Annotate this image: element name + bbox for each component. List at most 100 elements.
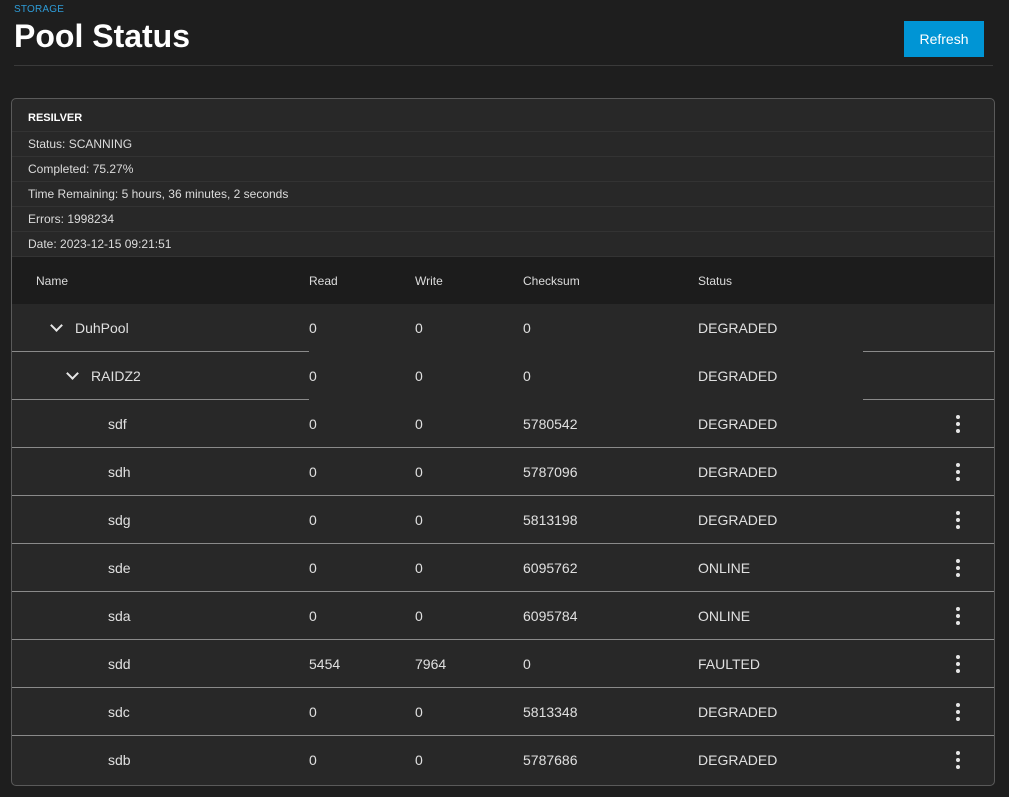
resilver-completed: Completed: 75.27% <box>12 157 994 182</box>
menu-dot <box>956 477 960 481</box>
row-name: sdh <box>108 448 131 496</box>
row-name: sdb <box>108 736 131 784</box>
table-row[interactable]: sdd 5454 7964 0 FAULTED <box>12 640 994 688</box>
table-header: Name Read Write Checksum Status <box>12 257 994 304</box>
header-divider <box>14 65 993 66</box>
menu-dot <box>956 525 960 529</box>
row-read: 0 <box>309 416 317 432</box>
row-name-text: sdh <box>108 464 131 480</box>
row-write: 0 <box>415 560 423 576</box>
menu-dot <box>956 429 960 433</box>
more-vert-icon[interactable] <box>948 556 968 580</box>
menu-dot <box>956 573 960 577</box>
menu-dot <box>956 470 960 474</box>
row-name-text: sdd <box>108 656 131 672</box>
menu-dot <box>956 511 960 515</box>
menu-dot <box>956 710 960 714</box>
row-name: sdc <box>108 688 130 736</box>
menu-dot <box>956 703 960 707</box>
row-status: DEGRADED <box>698 320 778 336</box>
row-checksum: 5813198 <box>523 512 578 528</box>
row-name: sdd <box>108 640 131 688</box>
menu-dot <box>956 463 960 467</box>
row-checksum: 0 <box>523 320 531 336</box>
row-write: 0 <box>415 416 423 432</box>
row-checksum: 0 <box>523 656 531 672</box>
table-row[interactable]: sdh 0 0 5787096 DEGRADED <box>12 448 994 496</box>
row-read: 0 <box>309 464 317 480</box>
row-status: DEGRADED <box>698 704 778 720</box>
breadcrumb: STORAGE <box>14 4 65 15</box>
row-name-text: sdb <box>108 752 131 768</box>
row-status: DEGRADED <box>698 368 778 384</box>
row-status: ONLINE <box>698 560 751 576</box>
row-checksum: 5787096 <box>523 464 578 480</box>
row-name: DuhPool <box>50 304 129 352</box>
row-write: 0 <box>415 752 423 768</box>
refresh-button[interactable]: Refresh <box>904 21 984 57</box>
column-header-write: Write <box>415 273 443 288</box>
row-read: 0 <box>309 368 317 384</box>
row-name: sdg <box>108 496 131 544</box>
more-vert-icon[interactable] <box>948 700 968 724</box>
row-checksum: 6095762 <box>523 560 578 576</box>
more-vert-icon[interactable] <box>948 508 968 532</box>
more-vert-icon[interactable] <box>948 460 968 484</box>
row-status: DEGRADED <box>698 752 778 768</box>
row-status: DEGRADED <box>698 512 778 528</box>
row-write: 0 <box>415 704 423 720</box>
resilver-date: Date: 2023-12-15 09:21:51 <box>12 232 994 257</box>
table-row[interactable]: sdc 0 0 5813348 DEGRADED <box>12 688 994 736</box>
row-read: 0 <box>309 320 317 336</box>
menu-dot <box>956 765 960 769</box>
menu-dot <box>956 566 960 570</box>
row-name-text: DuhPool <box>75 320 129 336</box>
more-vert-icon[interactable] <box>948 412 968 436</box>
resilver-errors: Errors: 1998234 <box>12 207 994 232</box>
more-vert-icon[interactable] <box>948 652 968 676</box>
table-row[interactable]: RAIDZ2 0 0 0 DEGRADED <box>12 352 994 400</box>
row-write: 7964 <box>415 656 447 672</box>
row-name-text: sdc <box>108 704 130 720</box>
menu-dot <box>956 655 960 659</box>
resilver-time-remaining: Time Remaining: 5 hours, 36 minutes, 2 s… <box>12 182 994 207</box>
column-header-read: Read <box>309 273 338 288</box>
row-read: 5454 <box>309 656 341 672</box>
table-row[interactable]: sdb 0 0 5787686 DEGRADED <box>12 736 994 784</box>
row-name: sde <box>108 544 131 592</box>
menu-dot <box>956 607 960 611</box>
more-vert-icon[interactable] <box>948 748 968 772</box>
menu-dot <box>956 559 960 563</box>
row-status: DEGRADED <box>698 416 778 432</box>
table-row[interactable]: sdg 0 0 5813198 DEGRADED <box>12 496 994 544</box>
row-write: 0 <box>415 320 423 336</box>
menu-dot <box>956 614 960 618</box>
table-row[interactable]: sdf 0 0 5780542 DEGRADED <box>12 400 994 448</box>
table-row[interactable]: sde 0 0 6095762 ONLINE <box>12 544 994 592</box>
row-read: 0 <box>309 512 317 528</box>
menu-dot <box>956 758 960 762</box>
chevron-down-icon[interactable] <box>50 319 63 332</box>
row-name-text: RAIDZ2 <box>91 368 141 384</box>
row-name-text: sde <box>108 560 131 576</box>
row-status: DEGRADED <box>698 464 778 480</box>
chevron-down-icon[interactable] <box>66 367 79 380</box>
row-checksum: 0 <box>523 368 531 384</box>
row-read: 0 <box>309 752 317 768</box>
pool-status-card: RESILVER Status: SCANNING Completed: 75.… <box>11 98 995 786</box>
row-name: sda <box>108 592 131 640</box>
row-write: 0 <box>415 464 423 480</box>
row-name: RAIDZ2 <box>66 352 141 400</box>
more-vert-icon[interactable] <box>948 604 968 628</box>
menu-dot <box>956 751 960 755</box>
row-checksum: 5780542 <box>523 416 578 432</box>
row-status: ONLINE <box>698 608 751 624</box>
menu-dot <box>956 621 960 625</box>
column-header-checksum: Checksum <box>523 273 580 288</box>
pool-table-body: DuhPool 0 0 0 DEGRADED RAIDZ2 0 0 0 DEGRADED sdf 0 0… <box>12 304 994 784</box>
page-title: Pool Status <box>14 18 191 54</box>
row-name: sdf <box>108 400 127 448</box>
table-row[interactable]: sda 0 0 6095784 ONLINE <box>12 592 994 640</box>
row-write: 0 <box>415 368 423 384</box>
table-row[interactable]: DuhPool 0 0 0 DEGRADED <box>12 304 994 352</box>
